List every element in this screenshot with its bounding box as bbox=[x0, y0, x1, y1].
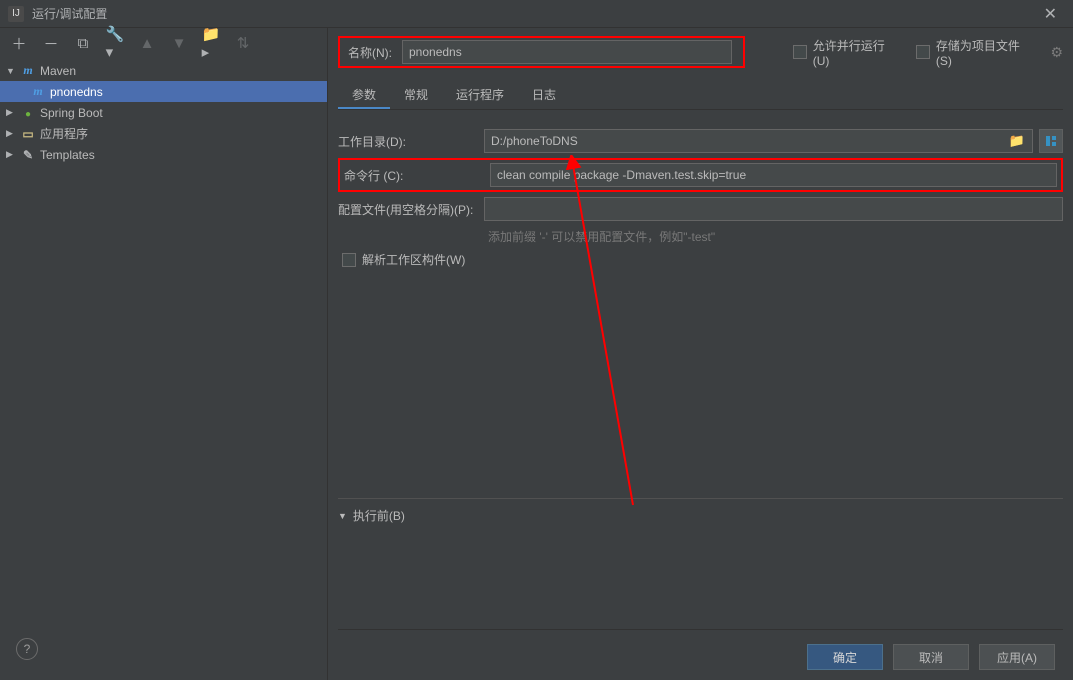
left-pane: ＋ － ⧉ 🔧▾ ▲ ▼ 📁▸ ⇅ ▼ m Maven m pnonedns ▶… bbox=[0, 28, 328, 680]
before-exec-toggle[interactable]: ▼ 执行前(B) bbox=[338, 507, 1063, 524]
profiles-label: 配置文件(用空格分隔)(P): bbox=[338, 201, 478, 218]
tree-node-pnonedns[interactable]: m pnonedns bbox=[0, 81, 327, 102]
folder-button[interactable]: 📁▸ bbox=[202, 34, 220, 52]
close-icon[interactable]: ✕ bbox=[1036, 4, 1065, 24]
help-button[interactable]: ? bbox=[16, 638, 38, 660]
templates-icon bbox=[20, 148, 36, 162]
resolve-workspace-checkbox[interactable]: 解析工作区构件(W) bbox=[342, 251, 1063, 268]
cancel-button[interactable]: 取消 bbox=[893, 644, 969, 670]
resolve-workspace-input[interactable] bbox=[342, 253, 356, 267]
tree-label: pnonedns bbox=[50, 85, 103, 99]
gear-icon[interactable]: ⚙ bbox=[1050, 44, 1063, 61]
expand-icon: ▶ bbox=[6, 107, 18, 118]
dialog-button-bar: 确定 取消 应用(A) bbox=[338, 629, 1063, 670]
profiles-hint: 添加前缀 '-' 可以禁用配置文件，例如"-test" bbox=[338, 226, 1063, 251]
tree-node-application[interactable]: ▶ 应用程序 bbox=[0, 123, 327, 144]
config-toolbar: ＋ － ⧉ 🔧▾ ▲ ▼ 📁▸ ⇅ bbox=[0, 28, 327, 58]
copy-config-button[interactable]: ⧉ bbox=[74, 34, 92, 52]
name-label: 名称(N): bbox=[348, 44, 392, 61]
profiles-row: 配置文件(用空格分隔)(P): bbox=[338, 192, 1063, 226]
tab-general[interactable]: 常规 bbox=[390, 80, 442, 109]
remove-config-button[interactable]: － bbox=[42, 34, 60, 52]
name-input[interactable] bbox=[402, 40, 732, 64]
config-tabs: 参数 常规 运行程序 日志 bbox=[338, 80, 1063, 110]
tab-logs[interactable]: 日志 bbox=[518, 80, 570, 109]
cmd-input[interactable] bbox=[490, 163, 1057, 187]
store-file-checkbox[interactable]: 存储为项目文件(S) bbox=[916, 37, 1032, 68]
tree-label: 应用程序 bbox=[40, 125, 88, 142]
tree-label: Maven bbox=[40, 64, 76, 78]
folder-icon[interactable]: 📁 bbox=[1007, 133, 1027, 149]
move-down-button[interactable]: ▼ bbox=[170, 34, 188, 52]
move-up-button[interactable]: ▲ bbox=[138, 34, 156, 52]
insert-macro-button[interactable] bbox=[1039, 129, 1063, 153]
tree-node-templates[interactable]: ▶ Templates bbox=[0, 144, 327, 165]
allow-parallel-label: 允许并行运行(U) bbox=[813, 37, 899, 68]
application-icon bbox=[20, 127, 36, 141]
sort-button[interactable]: ⇅ bbox=[234, 34, 252, 52]
tree-node-spring-boot[interactable]: ▶ Spring Boot bbox=[0, 102, 327, 123]
insert-icon bbox=[1044, 134, 1058, 148]
tree-node-maven[interactable]: ▼ m Maven bbox=[0, 60, 327, 81]
add-config-button[interactable]: ＋ bbox=[10, 34, 28, 52]
before-exec-section: ▼ 执行前(B) bbox=[338, 498, 1063, 524]
workdir-input[interactable] bbox=[484, 129, 1033, 153]
tab-parameters[interactable]: 参数 bbox=[338, 80, 390, 109]
maven-icon: m bbox=[30, 84, 46, 99]
window-title: 运行/调试配置 bbox=[32, 5, 1036, 22]
allow-parallel-input[interactable] bbox=[793, 45, 807, 59]
allow-parallel-checkbox[interactable]: 允许并行运行(U) bbox=[793, 37, 898, 68]
resolve-workspace-label: 解析工作区构件(W) bbox=[362, 251, 465, 268]
profiles-input[interactable] bbox=[484, 197, 1063, 221]
maven-icon: m bbox=[20, 63, 36, 78]
chevron-down-icon: ▼ bbox=[338, 511, 347, 521]
workdir-row: 工作目录(D): 📁 bbox=[338, 124, 1063, 158]
store-file-label: 存储为项目文件(S) bbox=[936, 37, 1033, 68]
cmd-row: 命令行 (C): bbox=[338, 158, 1063, 192]
tab-runner[interactable]: 运行程序 bbox=[442, 80, 518, 109]
app-icon: IJ bbox=[8, 6, 24, 22]
tree-label: Spring Boot bbox=[40, 106, 103, 120]
cmd-label: 命令行 (C): bbox=[344, 167, 484, 184]
spring-icon bbox=[20, 106, 36, 120]
apply-button[interactable]: 应用(A) bbox=[979, 644, 1055, 670]
tree-label: Templates bbox=[40, 148, 95, 162]
title-bar: IJ 运行/调试配置 ✕ bbox=[0, 0, 1073, 28]
expand-icon: ▶ bbox=[6, 149, 18, 160]
before-exec-label: 执行前(B) bbox=[353, 507, 405, 524]
store-file-input[interactable] bbox=[916, 45, 930, 59]
workdir-label: 工作目录(D): bbox=[338, 133, 478, 150]
expand-icon: ▼ bbox=[6, 66, 18, 76]
expand-icon: ▶ bbox=[6, 128, 18, 139]
config-tree[interactable]: ▼ m Maven m pnonedns ▶ Spring Boot ▶ 应用程… bbox=[0, 58, 327, 680]
edit-defaults-button[interactable]: 🔧▾ bbox=[106, 34, 124, 52]
form-area: 工作目录(D): 📁 命令行 (C): 配置文件(用空格分隔)(P): bbox=[338, 110, 1063, 524]
name-group: 名称(N): bbox=[338, 36, 745, 68]
ok-button[interactable]: 确定 bbox=[807, 644, 883, 670]
right-pane: 名称(N): 允许并行运行(U) 存储为项目文件(S) ⚙ 参数 常规 运行程序… bbox=[328, 28, 1073, 680]
